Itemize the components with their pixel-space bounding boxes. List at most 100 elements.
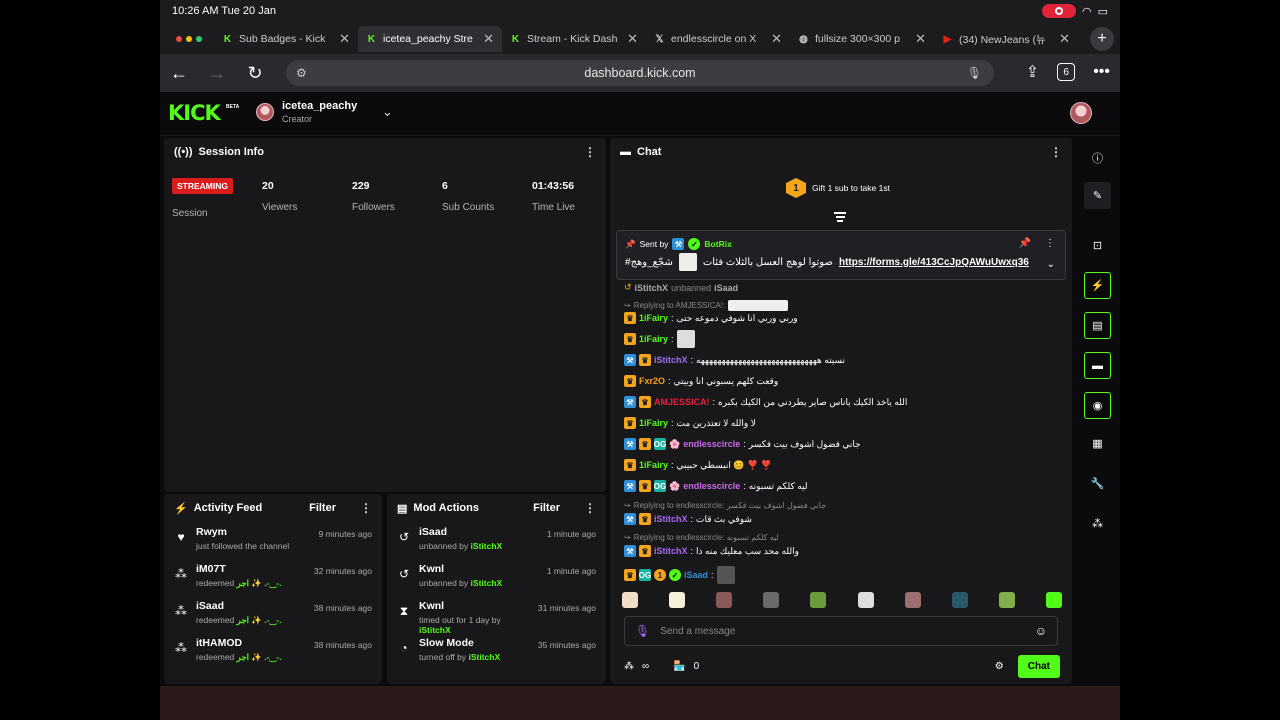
close-icon[interactable]: ✕ — [771, 31, 782, 47]
emote-button[interactable] — [951, 592, 968, 608]
mod-actions-panel: ▤ Mod Actions Filter ⋮ ↺ iSaad unbanned by iS… — [387, 494, 606, 684]
undo-icon: ↺ — [398, 567, 410, 581]
browser-tab[interactable]: 𝕏endlesscircle on X ✕ — [646, 26, 790, 52]
chevron-down-icon[interactable]: ⌄ — [382, 104, 393, 120]
emote-button[interactable] — [716, 592, 733, 608]
channel-switcher[interactable]: icetea_peachy Creator — [256, 100, 357, 124]
back-icon[interactable]: ← — [160, 63, 198, 84]
wrench-icon[interactable]: 🔧 — [1084, 470, 1111, 497]
chat-input[interactable]: 🎙 Send a message ☺ — [624, 616, 1058, 646]
channel-points-icon[interactable]: ⁂ — [624, 661, 634, 672]
chat-message[interactable]: ⚒ ♛ OG 🌸 endlesscircle: جاني فضول اشوف بيت فك… — [624, 438, 861, 450]
microphone-icon[interactable]: 🎙 — [635, 624, 650, 638]
ipad-screen: 10:26 AM Tue 20 Jan ◠ ▭ K Sub Badges - Ki… — [160, 0, 1120, 720]
close-icon[interactable]: ✕ — [483, 31, 494, 47]
site-settings-icon[interactable]: ⚙ — [296, 66, 307, 80]
new-tab-button[interactable]: + — [1090, 27, 1114, 51]
chat-message[interactable]: ⚒ ♛ iStitchX: نسيته ههههههههههههههههههههههه… — [624, 354, 845, 366]
info-icon[interactable]: ⓘ — [1084, 144, 1111, 171]
chat-message[interactable]: ♛ OG 1 ✓ iSaad: — [624, 566, 735, 584]
list-icon[interactable]: ▤ — [1084, 312, 1111, 339]
microphone-icon[interactable]: 🎙 — [967, 66, 982, 80]
close-icon[interactable]: ✕ — [1059, 31, 1070, 47]
layout-icon[interactable]: ▦ — [1084, 430, 1111, 457]
kebab-menu-icon[interactable]: ⋮ — [584, 145, 596, 159]
moderator-badge: ⚒ — [624, 438, 636, 450]
chat-message[interactable]: ♛ Fxr2O: وقعت كلهم يسبوني انا وبيتي — [624, 375, 778, 387]
chat-message[interactable]: ⚒ ♛ iStitchX: شوفي بث قات — [624, 513, 752, 525]
emote-button[interactable] — [904, 592, 921, 608]
emote-button[interactable] — [998, 592, 1015, 608]
window-dots[interactable] — [160, 36, 214, 42]
tab-count-button[interactable]: 6 — [1057, 63, 1076, 81]
emote-button[interactable] — [810, 592, 827, 608]
close-icon[interactable]: ✕ — [915, 31, 926, 47]
chat-message[interactable]: ⚒ ♛ OG 🌸 endlesscircle: ليه كلكم تسبونه — [624, 480, 808, 492]
forward-icon[interactable]: → — [198, 63, 236, 84]
kebab-menu-icon[interactable]: ⋮ — [360, 501, 372, 515]
lightning-icon[interactable]: ⚡ — [1084, 272, 1111, 299]
browser-tab[interactable]: ▶ (34) NewJeans (뉴 ✕ — [934, 26, 1078, 52]
browser-tab[interactable]: K Sub Badges - Kick ✕ — [214, 26, 358, 52]
kick-logo[interactable]: KICK — [168, 101, 221, 125]
filter-button[interactable]: Filter — [309, 502, 336, 514]
chat-event: ↺ iStitchX unbanned iSaad — [624, 282, 739, 293]
emote-badge: 🌸 — [669, 438, 681, 449]
points-icon[interactable]: ⁂ — [1084, 510, 1111, 537]
screen-record-icon — [1041, 4, 1076, 18]
chat-footer: ⁂ ∞ 🏪 0 ⚙ Chat — [624, 654, 1060, 678]
gear-icon[interactable]: ⚙ — [995, 661, 1004, 672]
kebab-menu-icon[interactable]: ⋮ — [584, 501, 596, 515]
chat-message[interactable]: ♛ 1iFairy: — [624, 330, 695, 348]
moderator-badge: ⚒ — [624, 354, 636, 366]
store-icon[interactable]: 🏪 — [673, 661, 685, 672]
chevron-down-icon[interactable]: ⌄ — [1047, 259, 1055, 270]
crown-badge: ♛ — [639, 396, 651, 408]
emote-button[interactable] — [622, 592, 638, 608]
edit-icon[interactable]: ✎ — [1084, 182, 1111, 209]
broadcast-icon[interactable]: ◉ — [1084, 392, 1111, 419]
emote — [716, 566, 735, 584]
crown-badge: ♛ — [639, 354, 651, 366]
url-field[interactable]: ⚙ dashboard.kick.com 🎙 — [286, 60, 994, 86]
kebab-menu-icon[interactable]: ⋮ — [1050, 145, 1062, 159]
gift-sub-leaderboard[interactable]: 1 Gift 1 sub to take 1st — [786, 178, 890, 198]
pinned-link[interactable]: https://forms.gle/413CcJpQAWuUwxq36 — [839, 257, 1029, 268]
clock: 10:26 AM Tue 20 Jan — [172, 5, 276, 17]
profile-avatar[interactable] — [1070, 102, 1092, 124]
chat-message[interactable]: ♛ 1iFairy: وربي وربي انا شوفي دموعه حتى — [624, 312, 798, 324]
close-icon[interactable]: ✕ — [627, 31, 638, 47]
moderator-badge: ⚒ — [624, 480, 636, 492]
crown-badge: ♛ — [624, 459, 636, 471]
chat-message[interactable]: ⚒ ♛ iStitchX: والله محد سب معليك منه ذا — [624, 545, 799, 557]
hourglass-icon: ⧗ — [399, 604, 409, 618]
emote-button[interactable] — [669, 592, 686, 608]
chat-message[interactable]: ♛ 1iFairy: انبسطي حبيبي 😊 ❣️ ❣️ — [624, 459, 772, 471]
background-strip — [160, 686, 1120, 720]
panel-title: Session Info — [198, 146, 264, 158]
emote-button[interactable] — [763, 592, 780, 608]
close-icon[interactable]: ✕ — [339, 31, 350, 47]
more-icon[interactable]: ••• — [1093, 63, 1110, 81]
reload-icon[interactable]: ↻ — [236, 63, 274, 84]
filter-icon[interactable] — [834, 210, 846, 224]
emote-button[interactable] — [1045, 592, 1062, 608]
target-icon[interactable]: ⊡ — [1084, 232, 1111, 259]
chat-message[interactable]: ♛ 1iFairy: لا والله لا تعتذرين مت — [624, 417, 756, 429]
browser-tab[interactable]: ◍ fullsize 300×300 p ✕ — [790, 26, 934, 52]
streaming-badge: STREAMING — [172, 178, 233, 194]
browser-tab[interactable]: K Stream - Kick Dash ✕ — [502, 26, 646, 52]
mod-action-item: ◔ Slow Mode turned off by iStitchX 35 minut… — [397, 633, 596, 670]
emoji-picker-icon[interactable]: ☺ — [1035, 624, 1047, 638]
send-chat-button[interactable]: Chat — [1017, 654, 1060, 678]
pin-icon[interactable]: 📌 — [1019, 238, 1031, 249]
browser-tab-active[interactable]: Kicetea_peachy Stre ✕ — [358, 26, 502, 52]
share-icon[interactable]: ⇪ — [1026, 62, 1039, 82]
emote-button[interactable] — [857, 592, 874, 608]
filter-button[interactable]: Filter — [533, 502, 560, 514]
chat-bubble-icon[interactable]: ▬ — [1084, 352, 1111, 379]
crown-badge: ♛ — [624, 333, 636, 345]
verified-badge: ✓ — [669, 569, 681, 581]
chat-message[interactable]: ⚒ ♛ AMJESSICA!: الله ياخذ الكيك ياناس صاير … — [624, 396, 907, 408]
kebab-menu-icon[interactable]: ⋮ — [1045, 238, 1055, 249]
